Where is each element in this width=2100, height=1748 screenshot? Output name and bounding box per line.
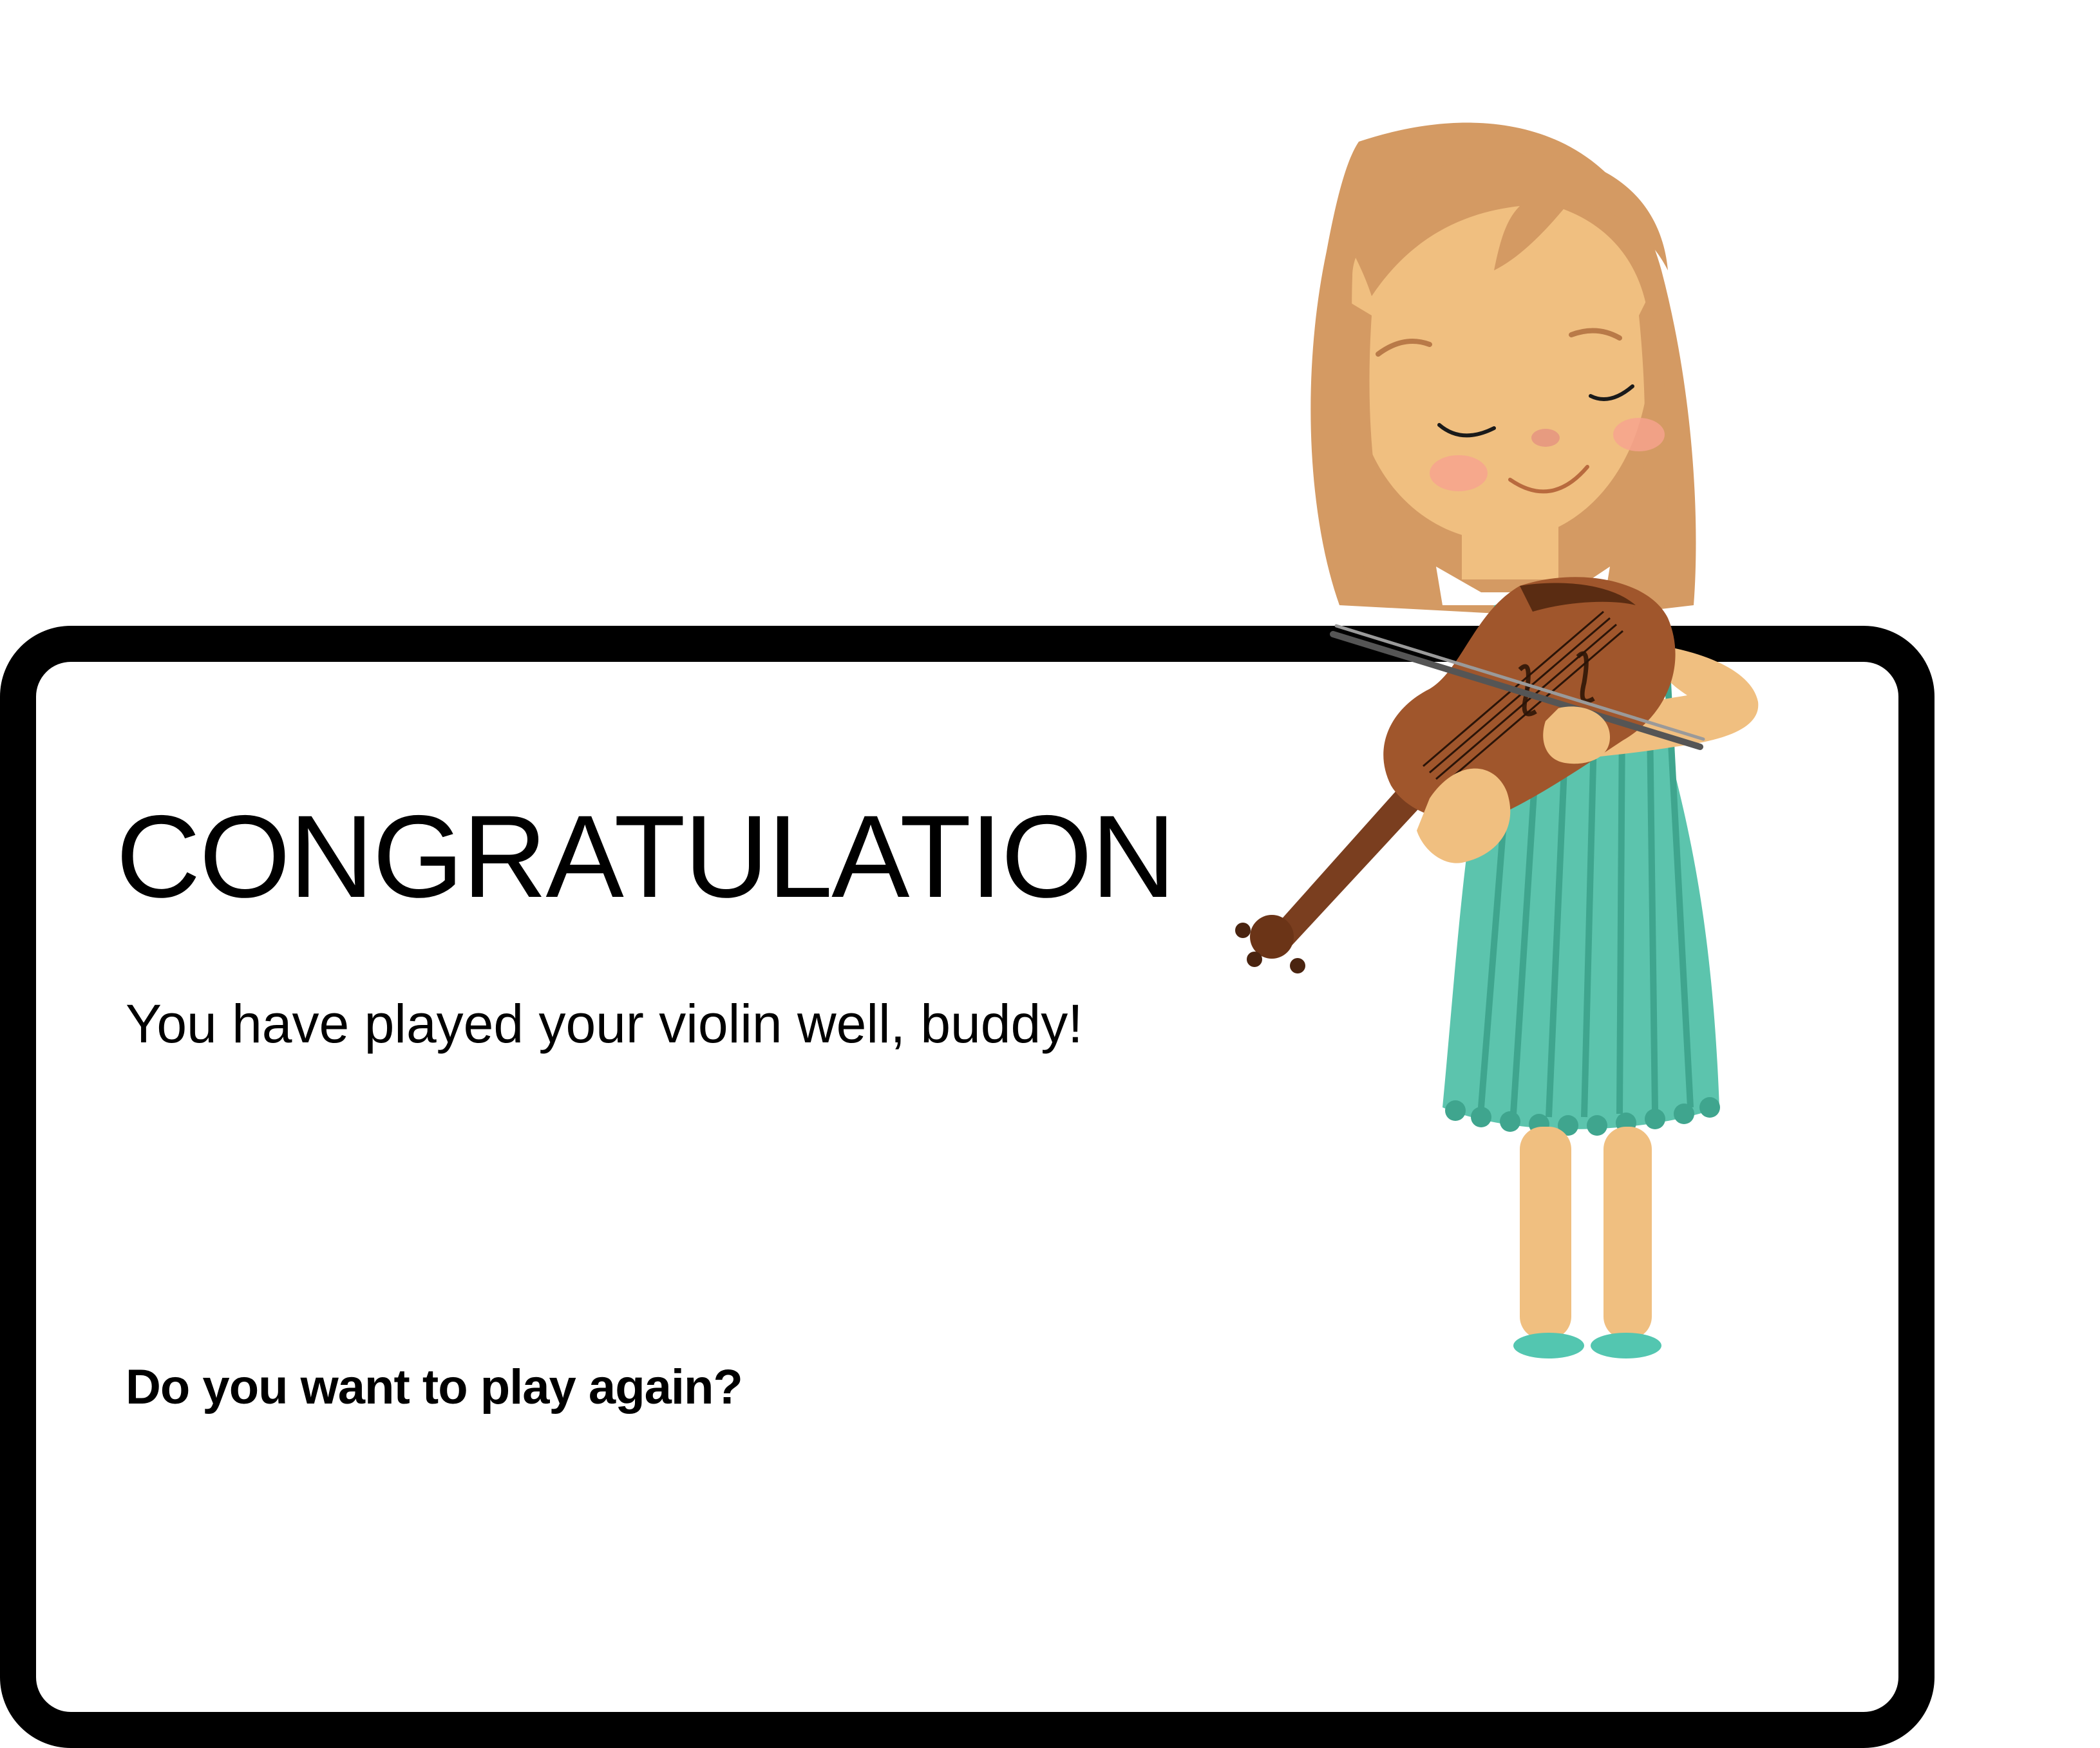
dialog-message: You have played your violin well, buddy! bbox=[126, 993, 1083, 1054]
girl-playing-violin-illustration bbox=[1235, 122, 1759, 1358]
play-again-prompt: Do you want to play again? bbox=[126, 1360, 743, 1414]
dialog-title: CONGRATULATION bbox=[116, 791, 1176, 922]
